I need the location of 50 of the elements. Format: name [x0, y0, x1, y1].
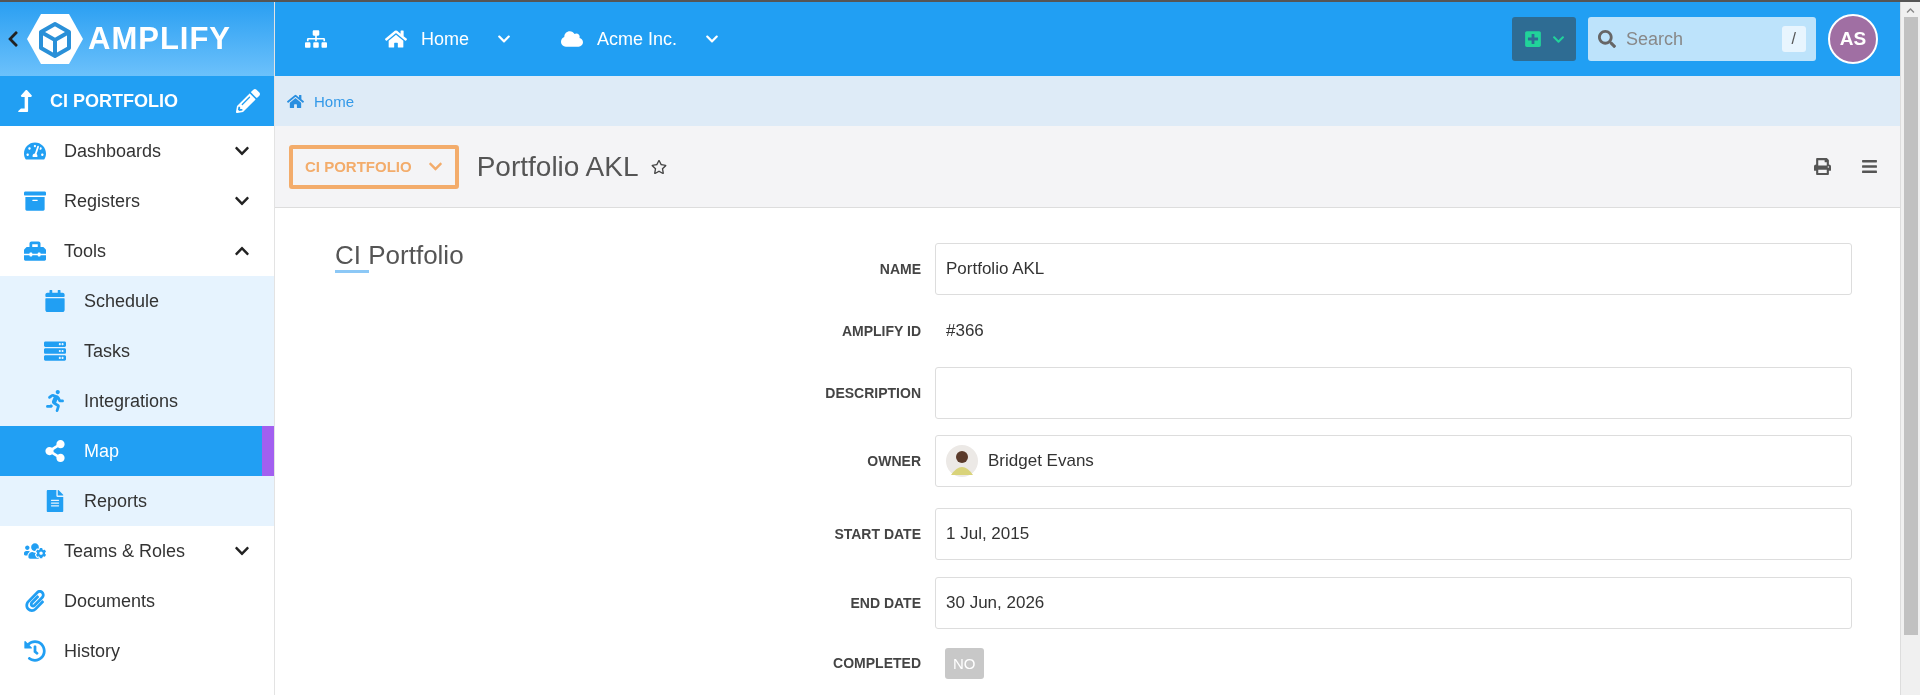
avatar: [946, 445, 978, 477]
section-title: CI PORTFOLIO: [50, 90, 179, 112]
input-field[interactable]: 1 Jul, 2015: [935, 508, 1852, 560]
field-label: COMPLETED: [833, 655, 921, 671]
plus-icon: [1523, 30, 1542, 48]
logo-text: AMPLIFY: [88, 21, 232, 57]
sidebar-item[interactable]: Schedule: [0, 276, 274, 326]
pencil-icon[interactable]: [236, 89, 260, 113]
calendar-icon: [44, 290, 66, 312]
home-icon: [287, 92, 304, 110]
toolbox-icon: [24, 240, 46, 262]
paperclip-icon: [24, 590, 46, 612]
print-icon[interactable]: [1814, 158, 1831, 175]
field-label: OWNER: [867, 453, 921, 469]
field-label: DESCRIPTION: [825, 385, 921, 401]
field-value: #366: [945, 321, 984, 341]
sidebar-item[interactable]: Tasks: [0, 326, 274, 376]
search-field[interactable]: Search /: [1588, 17, 1816, 61]
gauge-icon: [24, 140, 46, 162]
field-label: NAME: [879, 261, 921, 277]
field-label: START DATE: [834, 526, 921, 542]
history-icon: [24, 640, 46, 662]
sidebar-item[interactable]: Integrations: [0, 376, 274, 426]
shortcut-key: /: [1781, 26, 1806, 52]
owner-field[interactable]: Bridget Evans: [935, 435, 1852, 487]
sidebar-item[interactable]: Reports: [0, 476, 274, 526]
home-icon: [385, 28, 407, 50]
network-icon: [44, 440, 66, 462]
field-label: END DATE: [850, 595, 921, 611]
cube-logo-icon: [26, 12, 84, 66]
search-input[interactable]: Search: [1624, 27, 1774, 51]
menu-icon[interactable]: [1861, 158, 1878, 175]
scrollbar[interactable]: [1900, 2, 1920, 695]
page-title: Portfolio AKL: [476, 150, 639, 183]
cabinet-icon: [24, 190, 46, 212]
scroll-up-icon[interactable]: [1906, 6, 1915, 15]
runner-icon: [44, 390, 66, 412]
input-field[interactable]: 30 Jun, 2026: [935, 577, 1852, 629]
field-label: AMPLIFY ID: [841, 323, 921, 339]
users-gear-icon: [24, 540, 46, 562]
add-button[interactable]: [1512, 17, 1576, 61]
search-icon: [1598, 30, 1616, 48]
cloud-icon: [561, 28, 583, 50]
server-icon: [44, 340, 66, 362]
sitemap-icon[interactable]: [305, 28, 327, 50]
input-field[interactable]: Portfolio AKL: [935, 243, 1852, 295]
document-icon: [44, 490, 66, 512]
input-field[interactable]: [935, 367, 1852, 419]
user-avatar[interactable]: AS: [1828, 14, 1878, 64]
star-icon[interactable]: [650, 158, 667, 175]
